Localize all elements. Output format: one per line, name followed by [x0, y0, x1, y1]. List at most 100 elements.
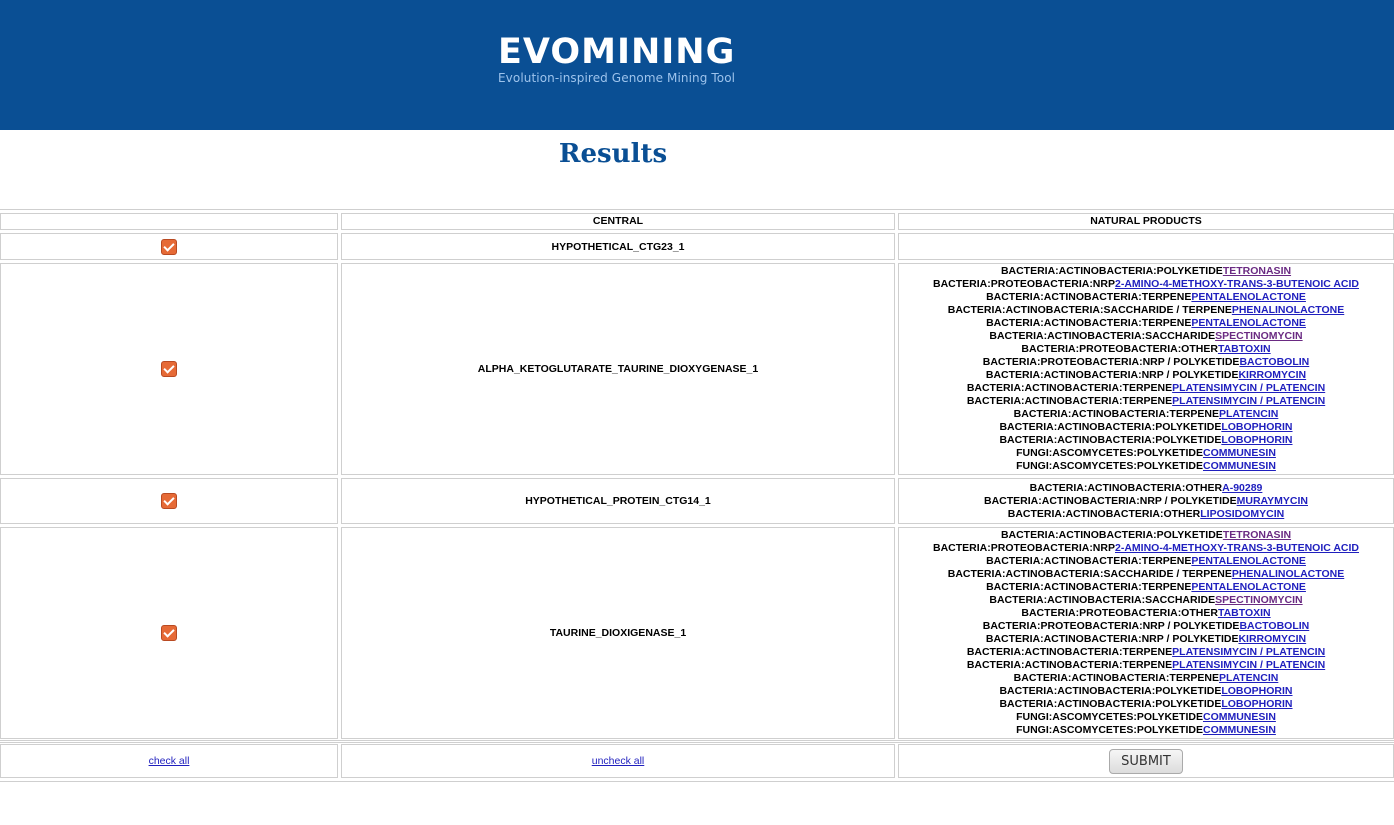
natural-product-item: BACTERIA:ACTINOBACTERIA:TERPENEPLATENCIN	[899, 672, 1393, 685]
product-link[interactable]: LOBOPHORIN	[1221, 698, 1292, 710]
product-link[interactable]: COMMUNESIN	[1203, 460, 1276, 472]
logo-tagline: Evolution-inspired Genome Mining Tool	[498, 71, 736, 85]
product-link[interactable]: COMMUNESIN	[1203, 711, 1276, 723]
product-link[interactable]: PENTALENOLACTONE	[1191, 555, 1306, 567]
natural-product-item: BACTERIA:ACTINOBACTERIA:TERPENEPLATENSIM…	[899, 395, 1393, 408]
footer-cell-check-all: check all	[0, 744, 338, 778]
product-classification: BACTERIA:PROTEOBACTERIA:NRP / POLYKETIDE	[982, 620, 1240, 632]
natural-product-item: BACTERIA:ACTINOBACTERIA:SACCHARIDESPECTI…	[899, 330, 1393, 343]
product-link[interactable]: A-90289	[1222, 482, 1262, 494]
product-link[interactable]: PENTALENOLACTONE	[1191, 581, 1306, 593]
natural-products-cell	[898, 233, 1394, 260]
product-link[interactable]: PLATENCIN	[1219, 672, 1278, 684]
product-classification: BACTERIA:ACTINOBACTERIA:POLYKETIDE	[1000, 265, 1223, 277]
product-link[interactable]: COMMUNESIN	[1203, 447, 1276, 459]
page-title: Results	[558, 139, 668, 169]
natural-product-item: BACTERIA:ACTINOBACTERIA:POLYKETIDELOBOPH…	[899, 698, 1393, 711]
product-link[interactable]: PENTALENOLACTONE	[1191, 317, 1306, 329]
product-link[interactable]: PHENALINOLACTONE	[1232, 304, 1344, 316]
column-header-natural-products: NATURAL PRODUCTS	[898, 213, 1394, 230]
natural-product-item: BACTERIA:ACTINOBACTERIA:NRP / POLYKETIDE…	[899, 369, 1393, 382]
footer-controls: check all uncheck all SUBMIT	[0, 740, 1394, 782]
product-classification: BACTERIA:ACTINOBACTERIA:POLYKETIDE	[1000, 529, 1223, 541]
footer-row: check all uncheck all SUBMIT	[0, 744, 1394, 778]
product-classification: BACTERIA:PROTEOBACTERIA:OTHER	[1021, 607, 1218, 619]
product-link[interactable]: SPECTINOMYCIN	[1215, 330, 1303, 342]
product-link[interactable]: TETRONASIN	[1223, 265, 1291, 277]
product-classification: BACTERIA:ACTINOBACTERIA:TERPENE	[986, 555, 1192, 567]
row-checkbox[interactable]	[161, 625, 177, 641]
submit-button[interactable]: SUBMIT	[1109, 748, 1183, 774]
product-link[interactable]: 2-AMINO-4-METHOXY-TRANS-3-BUTENOIC ACID	[1115, 278, 1359, 290]
natural-product-item: BACTERIA:ACTINOBACTERIA:OTHERLIPOSIDOMYC…	[899, 508, 1393, 521]
product-classification: BACTERIA:ACTINOBACTERIA:POLYKETIDE	[999, 421, 1222, 433]
natural-products-cell: BACTERIA:ACTINOBACTERIA:POLYKETIDETETRON…	[898, 263, 1394, 475]
product-classification: BACTERIA:ACTINOBACTERIA:TERPENE	[986, 317, 1192, 329]
row-checkbox[interactable]	[161, 493, 177, 509]
product-classification: BACTERIA:ACTINOBACTERIA:POLYKETIDE	[999, 434, 1222, 446]
product-classification: BACTERIA:ACTINOBACTERIA:OTHER	[1007, 507, 1201, 520]
row-checkbox[interactable]	[161, 361, 177, 377]
central-cell: TAURINE_DIOXIGENASE_1	[341, 527, 895, 739]
product-link[interactable]: PENTALENOLACTONE	[1191, 291, 1306, 303]
natural-product-item: FUNGI:ASCOMYCETES:POLYKETIDECOMMUNESIN	[899, 711, 1393, 724]
natural-product-item: BACTERIA:ACTINOBACTERIA:SACCHARIDE / TER…	[899, 304, 1393, 317]
natural-product-item: BACTERIA:ACTINOBACTERIA:NRP / POLYKETIDE…	[899, 495, 1393, 508]
select-cell	[0, 527, 338, 739]
product-link[interactable]: LOBOPHORIN	[1221, 685, 1292, 697]
table-row: HYPOTHETICAL_PROTEIN_CTG14_1 BACTERIA:ACT…	[0, 478, 1394, 524]
row-checkbox[interactable]	[161, 238, 177, 255]
natural-product-item: BACTERIA:ACTINOBACTERIA:TERPENEPENTALENO…	[899, 555, 1393, 568]
product-link[interactable]: KIRROMYCIN	[1238, 633, 1306, 645]
natural-product-item: BACTERIA:ACTINOBACTERIA:POLYKETIDETETRON…	[899, 265, 1393, 278]
product-link[interactable]: SPECTINOMYCIN	[1215, 594, 1303, 606]
product-classification: BACTERIA:ACTINOBACTERIA:TERPENE	[1013, 672, 1220, 684]
product-classification: FUNGI:ASCOMYCETES:POLYKETIDE	[1016, 711, 1203, 723]
natural-product-item: FUNGI:ASCOMYCETES:POLYKETIDECOMMUNESIN	[899, 460, 1393, 473]
natural-product-item: BACTERIA:ACTINOBACTERIA:POLYKETIDETETRON…	[899, 529, 1393, 542]
table-header-row: CENTRAL NATURAL PRODUCTS	[0, 213, 1394, 230]
natural-product-item: FUNGI:ASCOMYCETES:POLYKETIDECOMMUNESIN	[899, 447, 1393, 460]
product-link[interactable]: LOBOPHORIN	[1221, 421, 1292, 433]
product-link[interactable]: KIRROMYCIN	[1238, 369, 1306, 381]
product-classification: BACTERIA:ACTINOBACTERIA:OTHER	[1029, 481, 1223, 494]
product-link[interactable]: PLATENSIMYCIN / PLATENCIN	[1172, 382, 1325, 394]
natural-product-item: BACTERIA:ACTINOBACTERIA:OTHERA-90289	[899, 482, 1393, 495]
product-link[interactable]: LOBOPHORIN	[1221, 434, 1292, 446]
uncheck-all-link[interactable]: uncheck all	[592, 755, 645, 767]
check-all-link[interactable]: check all	[149, 755, 190, 767]
product-link[interactable]: PLATENCIN	[1219, 408, 1278, 420]
product-classification: BACTERIA:ACTINOBACTERIA:NRP / POLYKETIDE	[985, 369, 1239, 381]
product-link[interactable]: 2-AMINO-4-METHOXY-TRANS-3-BUTENOIC ACID	[1115, 542, 1359, 554]
product-link[interactable]: PLATENSIMYCIN / PLATENCIN	[1172, 646, 1325, 658]
footer-cell-uncheck-all: uncheck all	[341, 744, 895, 778]
product-classification: BACTERIA:ACTINOBACTERIA:TERPENE	[966, 382, 1173, 394]
natural-product-item: BACTERIA:ACTINOBACTERIA:NRP / POLYKETIDE…	[899, 633, 1393, 646]
product-link[interactable]: TETRONASIN	[1223, 529, 1291, 541]
product-link[interactable]: PLATENSIMYCIN / PLATENCIN	[1172, 395, 1325, 407]
natural-products-cell: BACTERIA:ACTINOBACTERIA:POLYKETIDETETRON…	[898, 527, 1394, 739]
product-classification: BACTERIA:PROTEOBACTERIA:NRP / POLYKETIDE	[982, 356, 1240, 368]
product-link[interactable]: MURAYMYCIN	[1237, 495, 1308, 507]
header-banner: EVOMINING Evolution-inspired Genome Mini…	[0, 0, 1394, 130]
product-classification: BACTERIA:ACTINOBACTERIA:SACCHARIDE	[989, 594, 1216, 606]
product-link[interactable]: TABTOXIN	[1218, 607, 1271, 619]
product-classification: FUNGI:ASCOMYCETES:POLYKETIDE	[1016, 724, 1203, 736]
natural-product-item: BACTERIA:PROTEOBACTERIA:OTHERTABTOXIN	[899, 607, 1393, 620]
product-link[interactable]: BACTOBOLIN	[1239, 620, 1309, 632]
column-header-select	[0, 213, 338, 230]
product-link[interactable]: TABTOXIN	[1218, 343, 1271, 355]
product-link[interactable]: COMMUNESIN	[1203, 724, 1276, 736]
natural-product-item: BACTERIA:PROTEOBACTERIA:OTHERTABTOXIN	[899, 343, 1393, 356]
product-link[interactable]: LIPOSIDOMYCIN	[1200, 508, 1284, 520]
natural-product-item: BACTERIA:ACTINOBACTERIA:SACCHARIDESPECTI…	[899, 594, 1393, 607]
natural-product-item: BACTERIA:PROTEOBACTERIA:NRP2-AMINO-4-MET…	[899, 278, 1393, 291]
product-link[interactable]: PLATENSIMYCIN / PLATENCIN	[1172, 659, 1325, 671]
natural-product-item: BACTERIA:ACTINOBACTERIA:TERPENEPENTALENO…	[899, 581, 1393, 594]
central-cell: ALPHA_KETOGLUTARATE_TAURINE_DIOXYGENASE_…	[341, 263, 895, 475]
product-classification: BACTERIA:ACTINOBACTERIA:TERPENE	[966, 395, 1173, 407]
natural-product-item: BACTERIA:PROTEOBACTERIA:NRP2-AMINO-4-MET…	[899, 542, 1393, 555]
central-cell: HYPOTHETICAL_CTG23_1	[341, 233, 895, 260]
product-link[interactable]: PHENALINOLACTONE	[1232, 568, 1344, 580]
product-link[interactable]: BACTOBOLIN	[1239, 356, 1309, 368]
